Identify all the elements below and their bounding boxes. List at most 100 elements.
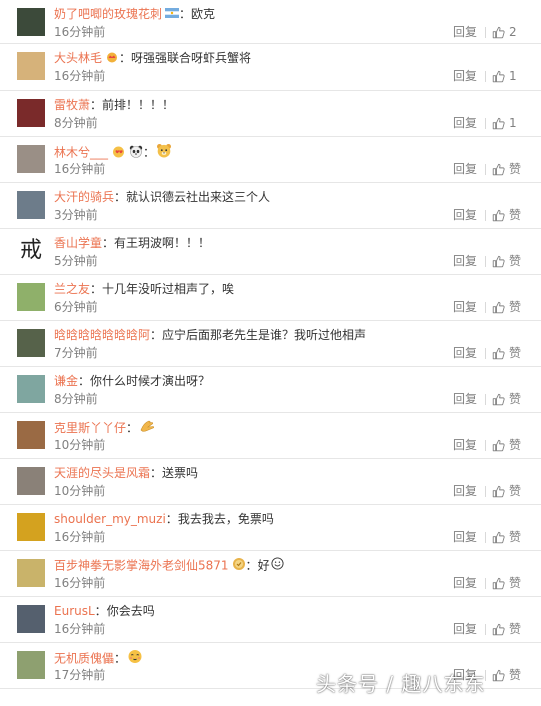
thumbs-up-icon — [492, 116, 509, 130]
like-count: 赞 — [509, 530, 522, 544]
comment-text: 欧克 — [191, 7, 216, 21]
thumbs-up-icon — [492, 530, 509, 544]
user-name-link[interactable]: shoulder_my_muzi — [54, 512, 166, 526]
user-name-link[interactable]: 晗晗晗晗晗晗晗阿 — [54, 328, 150, 342]
colon-separator: ： — [150, 328, 163, 342]
reply-button[interactable]: 回复 — [453, 299, 477, 315]
comment-item: 大汗的骑兵：就认识德云社出来这三个人 3分钟前 回复 赞 — [0, 183, 541, 229]
thumbs-up-icon — [492, 346, 509, 360]
user-name-link[interactable]: 林木兮___ — [54, 146, 108, 160]
like-button[interactable]: 1 — [492, 68, 517, 84]
user-name-link[interactable]: 无机质傀儡 — [54, 652, 114, 666]
reply-button[interactable]: 回复 — [453, 621, 477, 637]
timestamp: 7分钟前 — [54, 346, 98, 360]
comment-item: 兰之友：十几年没听过相声了，唉 6分钟前 回复 赞 — [0, 275, 541, 321]
colon-separator: ： — [126, 421, 139, 435]
user-name-link[interactable]: 雷牧萧 — [54, 98, 90, 112]
reply-button[interactable]: 回复 — [453, 391, 477, 407]
avatar[interactable] — [17, 421, 45, 449]
avatar[interactable] — [17, 191, 45, 219]
like-button[interactable]: 赞 — [492, 253, 521, 269]
like-button[interactable]: 赞 — [492, 529, 521, 545]
comment-line: 奶了吧唧的玫瑰花刺 ：欧克 — [54, 6, 215, 22]
reply-button[interactable]: 回复 — [453, 115, 477, 131]
like-count: 赞 — [509, 300, 522, 314]
reply-button[interactable]: 回复 — [453, 345, 477, 361]
like-button[interactable]: 赞 — [492, 667, 521, 683]
reply-button[interactable]: 回复 — [453, 437, 477, 453]
action-divider — [485, 440, 486, 451]
user-name-link[interactable]: 克里斯丫丫仔 — [54, 421, 126, 435]
user-name-link[interactable]: 大头林毛 — [54, 51, 102, 65]
like-button[interactable]: 赞 — [492, 483, 521, 499]
avatar[interactable] — [17, 467, 45, 495]
avatar[interactable] — [17, 513, 45, 541]
comment-item: 林木兮___ ： 16分钟前 回复 赞 — [0, 137, 541, 183]
reply-button[interactable]: 回复 — [453, 575, 477, 591]
reply-button[interactable]: 回复 — [453, 161, 477, 177]
avatar[interactable] — [17, 8, 45, 36]
avatar[interactable] — [17, 283, 45, 311]
thumbs-up-icon — [492, 25, 509, 39]
action-divider — [485, 256, 486, 267]
thumbs-up-icon — [492, 576, 509, 590]
like-count: 赞 — [509, 346, 522, 360]
colon-separator: ： — [179, 7, 192, 21]
like-button[interactable]: 赞 — [492, 207, 521, 223]
reply-button[interactable]: 回复 — [453, 253, 477, 269]
timestamp: 16分钟前 — [54, 622, 106, 636]
action-divider — [485, 486, 486, 497]
timestamp: 10分钟前 — [54, 438, 106, 452]
user-name-link[interactable]: 百步神拳无影掌海外老剑仙5871 — [54, 559, 229, 573]
avatar[interactable] — [17, 559, 45, 587]
like-button[interactable]: 赞 — [492, 575, 521, 591]
like-button[interactable]: 2 — [492, 24, 517, 40]
comment-line: 谦金：你什么时候才演出呀？ — [54, 373, 210, 389]
action-divider — [485, 210, 486, 221]
comment-item: 大头林毛 ：呀强强联合呀虾兵蟹将 16分钟前 回复 1 — [0, 44, 541, 91]
comment-text: 你会去吗 — [106, 604, 155, 618]
comment-line: 雷牧萧：前排！！！！ — [54, 97, 174, 113]
colon-separator: ： — [90, 98, 103, 112]
like-count: 赞 — [509, 208, 522, 222]
avatar[interactable] — [17, 605, 45, 633]
avatar[interactable] — [17, 145, 45, 173]
avatar[interactable] — [17, 375, 45, 403]
avatar[interactable] — [17, 99, 45, 127]
timestamp: 16分钟前 — [54, 576, 106, 590]
reply-button[interactable]: 回复 — [453, 529, 477, 545]
colon-separator: ： — [90, 282, 103, 296]
comment-text: 十几年没听过相声了，唉 — [102, 282, 235, 296]
avatar[interactable] — [17, 329, 45, 357]
reply-button[interactable]: 回复 — [453, 24, 477, 40]
colon-separator: ： — [102, 236, 115, 250]
like-button[interactable]: 赞 — [492, 437, 521, 453]
like-button[interactable]: 赞 — [492, 391, 521, 407]
like-count: 赞 — [509, 622, 522, 636]
user-name-link[interactable]: 兰之友 — [54, 282, 90, 296]
colon-separator: ： — [165, 512, 178, 526]
like-button[interactable]: 赞 — [492, 161, 521, 177]
reply-button[interactable]: 回复 — [453, 483, 477, 499]
user-name-link[interactable]: 奶了吧唧的玫瑰花刺 — [54, 7, 162, 21]
avatar[interactable]: 戒 — [17, 237, 45, 265]
reply-button[interactable]: 回复 — [453, 207, 477, 223]
like-button[interactable]: 1 — [492, 115, 517, 131]
action-divider — [485, 118, 486, 129]
reply-button[interactable]: 回复 — [453, 68, 477, 84]
user-name-link[interactable]: 谦金 — [54, 374, 78, 388]
like-button[interactable]: 赞 — [492, 299, 521, 315]
action-divider — [485, 348, 486, 359]
timestamp: 5分钟前 — [54, 254, 98, 268]
user-name-link[interactable]: 天涯的尽头是风霜 — [54, 466, 150, 480]
like-button[interactable]: 赞 — [492, 345, 521, 361]
avatar[interactable] — [17, 651, 45, 679]
user-name-link[interactable]: 大汗的骑兵 — [54, 190, 114, 204]
like-button[interactable]: 赞 — [492, 621, 521, 637]
colon-separator: ： — [119, 51, 132, 65]
thumbs-up-icon — [492, 254, 509, 268]
action-divider — [485, 27, 486, 38]
user-name-link[interactable]: EurusL — [54, 604, 95, 618]
user-name-link[interactable]: 香山学童 — [54, 236, 102, 250]
avatar[interactable] — [17, 52, 45, 80]
